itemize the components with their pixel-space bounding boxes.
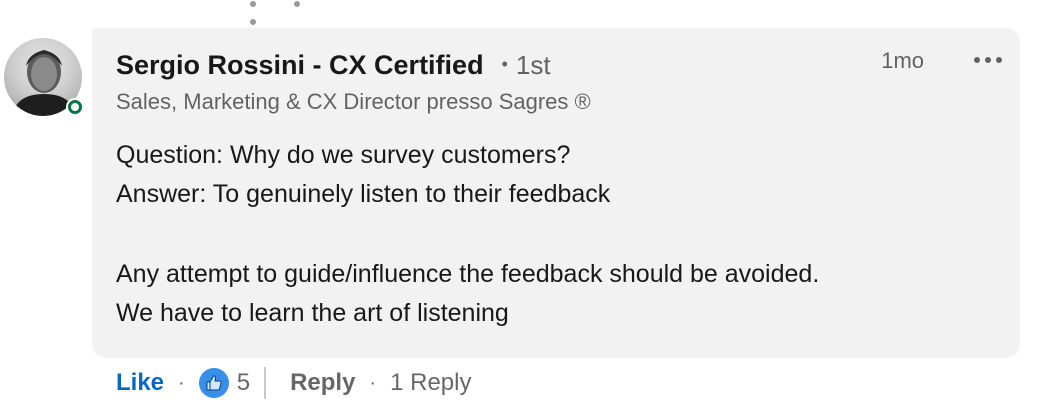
separator-dot: · xyxy=(178,371,185,394)
comment-line: Answer: To genuinely listen to their fee… xyxy=(116,180,611,208)
separator-dot: · xyxy=(369,371,377,394)
comment-line: Question: Why do we survey customers? xyxy=(116,141,571,169)
reply-button[interactable]: Reply xyxy=(290,369,355,397)
author-headline: Sales, Marketing & CX Director presso Sa… xyxy=(116,89,591,114)
degree-label: 1st xyxy=(515,50,551,80)
like-reaction-icon[interactable] xyxy=(198,368,229,398)
like-button[interactable]: Like xyxy=(116,369,164,397)
replies-link[interactable]: 1 Reply xyxy=(390,369,471,397)
divider xyxy=(264,367,267,399)
online-status-icon xyxy=(66,98,84,116)
reaction-count[interactable]: 5 xyxy=(237,369,250,397)
comment-line: Any attempt to guide/influence the feedb… xyxy=(116,260,820,288)
previous-comment-edge xyxy=(250,0,370,25)
more-options-icon[interactable] xyxy=(974,48,1002,72)
thumbs-up-icon xyxy=(206,375,222,391)
comment-text: Question: Why do we survey customers? An… xyxy=(116,136,996,333)
comment-blank-line xyxy=(116,214,996,255)
author-name[interactable]: Sergio Rossini - CX Certified xyxy=(116,50,484,81)
comment-line: We have to learn the art of listening xyxy=(116,299,509,327)
comment-timestamp: 1mo xyxy=(881,48,924,73)
avatar[interactable] xyxy=(4,38,84,118)
connection-degree: • 1st xyxy=(501,50,551,80)
author-row: Sergio Rossini - CX Certified • 1st xyxy=(116,50,551,81)
comment-actions: Like · 5 Reply · 1 Reply xyxy=(116,366,471,400)
comment-bubble: Sergio Rossini - CX Certified • 1st Sales… xyxy=(92,28,1020,358)
